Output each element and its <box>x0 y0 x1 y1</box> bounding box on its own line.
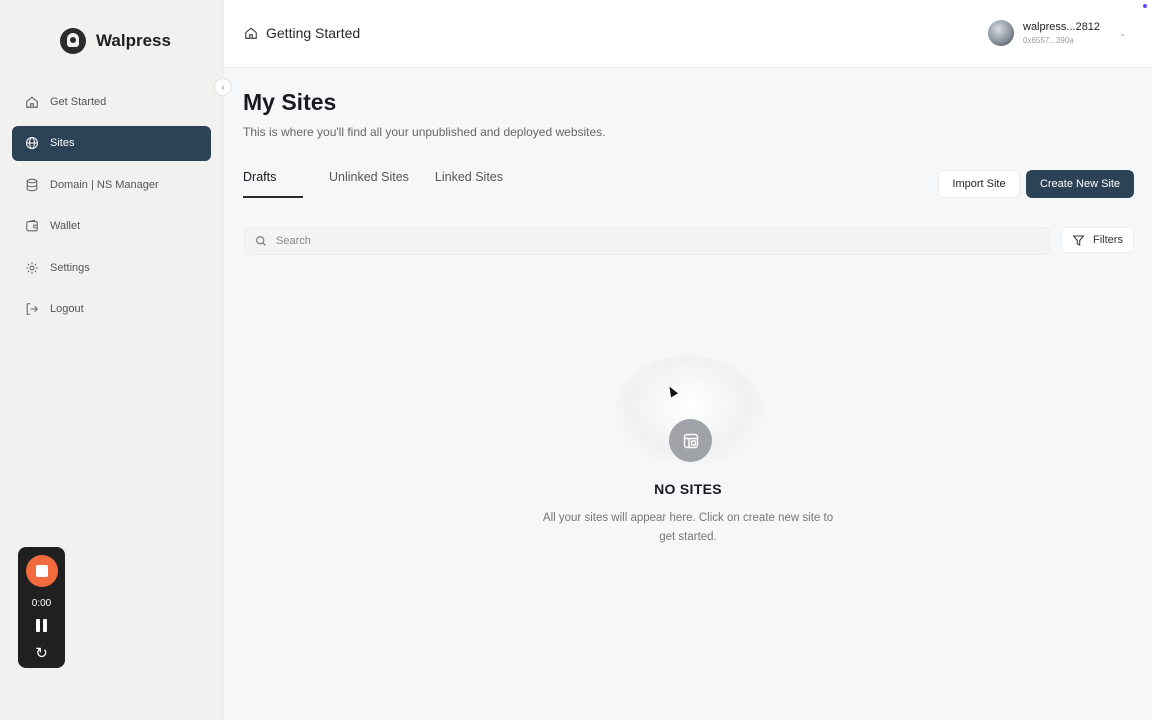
site-placeholder-icon <box>669 419 712 462</box>
tab-drafts[interactable]: Drafts <box>243 170 303 198</box>
account-address: 0x6557...390a <box>1023 36 1074 45</box>
sidebar-nav: Get Started Sites Domain | NS Manager Wa… <box>12 84 211 334</box>
empty-state-description: All your sites will appear here. Click o… <box>542 512 834 543</box>
collapse-sidebar-button[interactable]: ‹ <box>214 78 232 96</box>
sidebar-item-label: Settings <box>50 261 90 274</box>
logout-icon <box>25 302 39 316</box>
tab-linked-sites[interactable]: Linked Sites <box>435 170 503 198</box>
sidebar-item-label: Wallet <box>50 220 81 233</box>
filter-icon <box>1072 235 1085 246</box>
create-new-site-button[interactable]: Create New Site <box>1026 170 1134 198</box>
tab-unlinked-sites[interactable]: Unlinked Sites <box>329 170 409 198</box>
page-subtitle: This is where you'll find all your unpub… <box>243 125 606 139</box>
empty-state-title: NO SITES <box>654 481 722 497</box>
sidebar-item-label: Sites <box>50 137 75 150</box>
recording-timer: 0:00 <box>31 598 52 609</box>
database-icon <box>25 178 39 192</box>
pause-recording-button[interactable] <box>36 619 47 632</box>
pause-icon <box>36 619 40 632</box>
sidebar-item-domain-ns-manager[interactable]: Domain | NS Manager <box>12 167 211 202</box>
walpress-logo-icon <box>60 28 86 54</box>
sidebar-item-label: Get Started <box>50 95 107 108</box>
stop-icon <box>35 565 48 577</box>
home-icon <box>245 27 257 39</box>
home-icon <box>25 95 39 109</box>
screen-recorder-widget: 0:00 ↻ <box>18 547 65 668</box>
search-bar <box>244 227 1050 255</box>
sidebar-item-label: Domain | NS Manager <box>50 178 159 191</box>
page-title: My Sites <box>243 89 337 115</box>
filters-button[interactable]: Filters <box>1061 227 1134 253</box>
brand-name: Walpress <box>96 31 171 50</box>
avatar <box>988 20 1014 46</box>
empty-state-illustration <box>610 352 770 472</box>
brand[interactable]: Walpress <box>60 28 171 54</box>
filters-label: Filters <box>1093 234 1123 246</box>
sidebar-item-logout[interactable]: Logout <box>12 292 211 327</box>
chevron-down-icon: ⌄ <box>1119 27 1127 38</box>
breadcrumb-label: Getting Started <box>266 25 361 41</box>
globe-icon <box>25 136 39 150</box>
restart-icon: ↻ <box>35 645 48 662</box>
sidebar-item-sites[interactable]: Sites <box>12 125 211 161</box>
sidebar-item-get-started[interactable]: Get Started <box>12 84 211 119</box>
stop-recording-button[interactable] <box>25 555 58 587</box>
breadcrumb[interactable]: Getting Started <box>244 25 360 41</box>
sidebar-item-wallet[interactable]: Wallet <box>12 209 211 244</box>
import-site-button[interactable]: Import Site <box>938 170 1020 198</box>
restart-recording-button[interactable]: ↻ <box>35 646 48 661</box>
status-dot <box>1143 4 1147 8</box>
top-bar: Getting Started walpress...2812 0x6557..… <box>224 0 1152 68</box>
account-name: walpress...2812 <box>1023 21 1101 33</box>
wallet-icon <box>25 219 39 233</box>
search-input[interactable] <box>276 235 976 247</box>
sidebar: Walpress Get Started Sites Domain | NS M… <box>0 0 224 720</box>
account-menu[interactable]: walpress...2812 0x6557...390a ⌄ <box>988 20 1127 46</box>
chevron-left-icon: ‹ <box>221 82 225 92</box>
site-tabs: Drafts Unlinked Sites Linked Sites <box>243 170 503 198</box>
sidebar-item-label: Logout <box>50 303 84 316</box>
gear-icon <box>25 261 39 275</box>
sidebar-item-settings[interactable]: Settings <box>12 250 211 285</box>
search-icon <box>256 236 266 246</box>
